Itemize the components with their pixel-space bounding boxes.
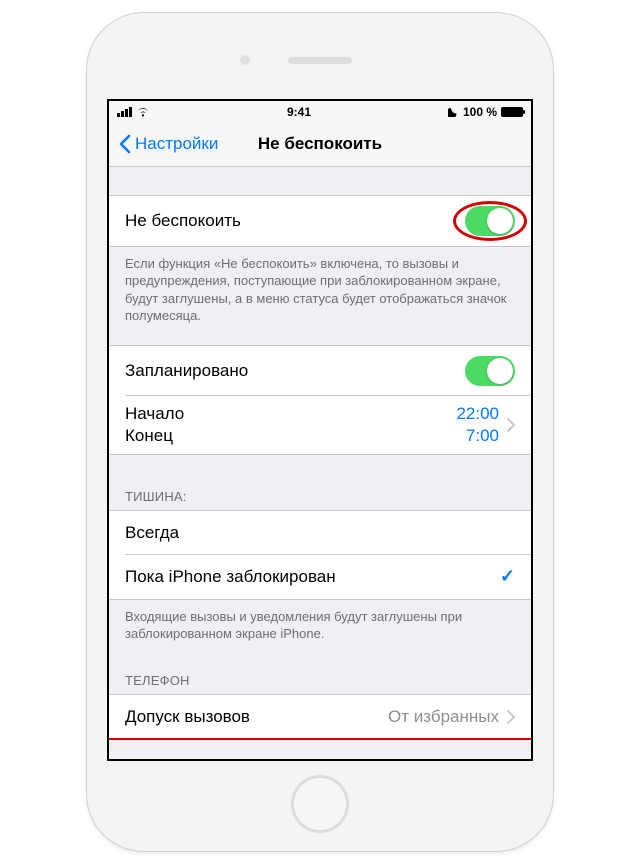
dnd-toggle[interactable] <box>465 206 515 236</box>
front-camera <box>240 55 250 65</box>
wifi-icon <box>136 106 150 117</box>
moon-icon <box>448 106 459 117</box>
silence-always-label: Всегда <box>125 523 515 543</box>
iphone-frame: 9:41 100 % Настройки Не беспокоить <box>86 12 554 852</box>
chevron-left-icon <box>119 134 131 154</box>
allow-calls-label: Допуск вызовов <box>125 707 388 727</box>
silence-header: ТИШИНА: <box>109 483 531 510</box>
battery-icon <box>501 107 523 117</box>
scheduled-toggle[interactable] <box>465 356 515 386</box>
schedule-end-label: Конец <box>125 426 466 446</box>
status-time: 9:41 <box>150 105 448 119</box>
phone-header: ТЕЛЕФОН <box>109 667 531 694</box>
row-dnd-toggle[interactable]: Не беспокоить <box>109 196 531 246</box>
silence-locked-label: Пока iPhone заблокирован <box>125 567 500 587</box>
chevron-right-icon <box>507 418 515 432</box>
dnd-toggle-label: Не беспокоить <box>125 211 465 231</box>
schedule-start-label: Начало <box>125 404 456 424</box>
row-scheduled-toggle[interactable]: Запланировано <box>109 346 531 396</box>
earpiece <box>288 57 352 64</box>
row-schedule-time[interactable]: Начало 22:00 Конец 7:00 <box>109 396 531 454</box>
navigation-bar: Настройки Не беспокоить <box>109 123 531 167</box>
settings-content[interactable]: Не беспокоить Если функция «Не беспокоит… <box>109 167 531 759</box>
row-silence-always[interactable]: Всегда <box>109 511 531 555</box>
silence-footer-text: Входящие вызовы и уведомления будут загл… <box>109 600 531 651</box>
back-button[interactable]: Настройки <box>119 134 218 154</box>
row-silence-locked[interactable]: Пока iPhone заблокирован ✓ <box>109 555 531 599</box>
chevron-right-icon <box>507 710 515 724</box>
schedule-end-value: 7:00 <box>466 426 499 446</box>
dnd-footer-text: Если функция «Не беспокоить» включена, т… <box>109 247 531 333</box>
home-button[interactable] <box>291 775 349 833</box>
row-allow-calls[interactable]: Допуск вызовов От избранных <box>109 695 531 739</box>
schedule-start-value: 22:00 <box>456 404 499 424</box>
checkmark-icon: ✓ <box>500 566 515 587</box>
scheduled-label: Запланировано <box>125 361 465 381</box>
battery-percent: 100 % <box>463 105 497 119</box>
signal-bars-icon <box>117 107 132 117</box>
device-screen: 9:41 100 % Настройки Не беспокоить <box>107 99 533 761</box>
page-title: Не беспокоить <box>258 134 382 154</box>
status-bar: 9:41 100 % <box>109 101 531 123</box>
back-label: Настройки <box>135 134 218 154</box>
allow-calls-value: От избранных <box>388 707 499 727</box>
